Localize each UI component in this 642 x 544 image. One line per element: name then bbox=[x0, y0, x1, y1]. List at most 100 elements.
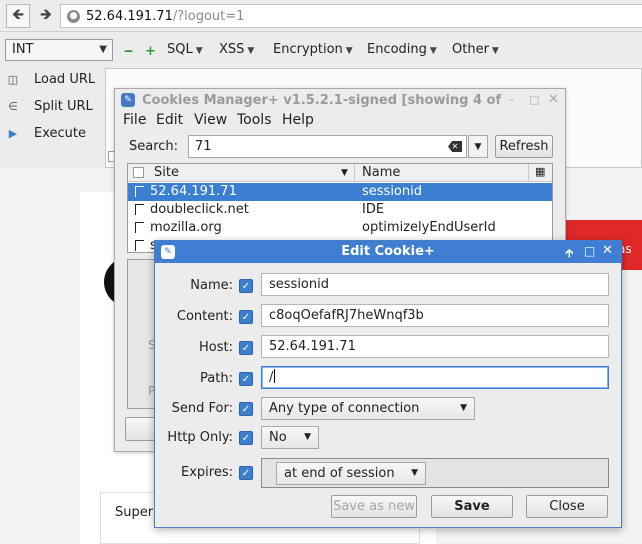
caret-down-icon: ▼ bbox=[195, 46, 203, 56]
menu-edit[interactable]: Edit bbox=[156, 112, 183, 128]
row-name: sessionid bbox=[362, 184, 422, 199]
caret-down-icon: ▼ bbox=[429, 46, 437, 56]
minimize-icon[interactable]: – bbox=[509, 93, 515, 106]
cookies-manager-title: Cookies Manager+ v1.5.2.1-signed [showin… bbox=[142, 92, 502, 108]
search-input[interactable]: 71 ✕ bbox=[188, 135, 467, 158]
split-url-icon: ∈ bbox=[8, 99, 18, 113]
http-only-label: Http Only: bbox=[167, 430, 233, 445]
row-site: mozilla.org bbox=[150, 220, 222, 235]
close-button[interactable]: Close bbox=[526, 495, 608, 518]
url-bar[interactable]: ● 52.64.191.71/?logout=1 bbox=[60, 4, 642, 28]
forward-arrow-icon: 🡺 bbox=[39, 4, 53, 23]
save-button[interactable]: Save bbox=[431, 495, 513, 518]
menu-tools[interactable]: Tools bbox=[237, 112, 272, 128]
maximize-icon[interactable]: □ bbox=[584, 244, 595, 258]
back-button[interactable]: 🡸 bbox=[6, 4, 30, 28]
forward-button[interactable]: 🡺 bbox=[34, 4, 58, 28]
sort-icon[interactable]: ▼ bbox=[341, 168, 348, 178]
chevron-down-icon: ▼ bbox=[99, 44, 107, 55]
refresh-button[interactable]: Refresh bbox=[495, 135, 553, 158]
table-row[interactable]: 52.64.191.71 sessionid bbox=[128, 183, 552, 201]
search-label: Search: bbox=[129, 139, 179, 154]
path-label: Path: bbox=[200, 371, 233, 386]
back-arrow-icon: 🡸 bbox=[11, 4, 25, 23]
close-icon[interactable]: ✕ bbox=[602, 243, 613, 258]
row-checkbox[interactable] bbox=[135, 186, 144, 197]
plus-icon[interactable]: + bbox=[145, 44, 156, 59]
row-site: doubleclick.net bbox=[150, 202, 249, 217]
menu-file[interactable]: File bbox=[123, 112, 146, 128]
menu-sql[interactable]: SQL ▼ bbox=[167, 42, 203, 57]
check-icon: ✓ bbox=[241, 467, 251, 479]
expires-checkbox[interactable]: ✓ bbox=[239, 466, 253, 480]
expires-select[interactable]: at end of session ▼ bbox=[276, 462, 426, 485]
column-divider bbox=[528, 164, 529, 182]
http-only-checkbox[interactable]: ✓ bbox=[239, 431, 253, 445]
edit-cookie-titlebar: ✎ Edit Cookie+ 🡱 □ ✕ bbox=[155, 241, 621, 263]
maximize-icon[interactable]: □ bbox=[529, 93, 539, 106]
send-for-select[interactable]: Any type of connection ▼ bbox=[261, 397, 475, 420]
row-checkbox[interactable] bbox=[135, 222, 144, 233]
host-field[interactable]: 52.64.191.71 bbox=[261, 335, 609, 358]
name-label: Name: bbox=[190, 278, 233, 293]
table-row[interactable]: doubleclick.net IDE bbox=[128, 201, 552, 219]
execute-label: Execute bbox=[34, 125, 86, 141]
check-icon: ✓ bbox=[241, 311, 251, 323]
close-icon[interactable]: ✕ bbox=[548, 92, 559, 107]
menu-encoding[interactable]: Encoding ▼ bbox=[367, 42, 437, 57]
content-checkbox[interactable]: ✓ bbox=[239, 310, 253, 324]
http-only-value: No bbox=[269, 430, 287, 445]
clear-search-icon[interactable]: ✕ bbox=[448, 141, 462, 152]
column-site[interactable]: Site bbox=[154, 165, 179, 180]
menu-help[interactable]: Help bbox=[282, 112, 314, 128]
http-only-select[interactable]: No ▼ bbox=[261, 426, 319, 449]
path-value: / bbox=[269, 370, 274, 385]
split-url-label: Split URL bbox=[34, 98, 93, 114]
menu-xss[interactable]: XSS ▼ bbox=[219, 42, 254, 57]
content-field[interactable]: c8oqOefafRJ7heWnqf3b bbox=[261, 304, 609, 327]
menu-encoding-label: Encoding bbox=[367, 42, 427, 57]
execute-icon: ▶ bbox=[8, 126, 18, 140]
chevron-down-icon: ▼ bbox=[474, 141, 482, 152]
menu-sql-label: SQL bbox=[167, 42, 193, 57]
name-field[interactable]: sessionid bbox=[261, 273, 609, 296]
caret-down-icon: ▼ bbox=[345, 46, 353, 56]
select-all-checkbox[interactable] bbox=[133, 167, 144, 178]
column-name[interactable]: Name bbox=[362, 165, 400, 180]
int-select[interactable]: INT ▼ bbox=[5, 39, 113, 61]
menu-encryption[interactable]: Encryption ▼ bbox=[273, 42, 353, 57]
cookie-app-icon: ✎ bbox=[121, 93, 135, 107]
path-field[interactable]: / bbox=[261, 366, 609, 389]
save-as-new-button[interactable]: Save as new bbox=[331, 495, 417, 518]
host-checkbox[interactable]: ✓ bbox=[239, 341, 253, 355]
table-row[interactable]: mozilla.org optimizelyEndUserId bbox=[128, 219, 552, 237]
super-label: Super bbox=[115, 505, 154, 520]
expires-value: at end of session bbox=[284, 466, 395, 481]
content-label: Content: bbox=[176, 309, 233, 324]
check-icon: ✓ bbox=[241, 342, 251, 354]
menu-other[interactable]: Other ▼ bbox=[452, 42, 499, 57]
minus-icon[interactable]: ‒ bbox=[124, 44, 133, 59]
send-for-checkbox[interactable]: ✓ bbox=[239, 402, 253, 416]
row-site: 52.64.191.71 bbox=[150, 184, 237, 199]
column-picker-icon[interactable]: ▦ bbox=[535, 165, 545, 178]
split-url-button[interactable]: ∈ Split URL bbox=[6, 96, 93, 116]
cookie-table-header: Site ▼ Name ▦ bbox=[128, 164, 552, 182]
chevron-down-icon: ▼ bbox=[304, 432, 311, 442]
name-checkbox[interactable]: ✓ bbox=[239, 279, 253, 293]
execute-button[interactable]: ▶ Execute bbox=[6, 123, 86, 143]
int-select-value: INT bbox=[12, 42, 34, 57]
caret-down-icon: ▼ bbox=[491, 46, 499, 56]
search-dropdown-button[interactable]: ▼ bbox=[468, 135, 488, 158]
menu-view[interactable]: View bbox=[194, 112, 227, 128]
row-checkbox[interactable] bbox=[135, 240, 144, 251]
cookies-manager-titlebar: ✎ Cookies Manager+ v1.5.2.1-signed [show… bbox=[115, 89, 565, 111]
load-url-button[interactable]: ◫ Load URL bbox=[6, 69, 95, 89]
column-divider bbox=[354, 164, 355, 182]
chevron-down-icon: ▼ bbox=[411, 468, 418, 478]
load-url-label: Load URL bbox=[34, 71, 96, 87]
row-checkbox[interactable] bbox=[135, 204, 144, 215]
send-for-label: Send For: bbox=[171, 401, 233, 416]
path-checkbox[interactable]: ✓ bbox=[239, 372, 253, 386]
restore-up-icon[interactable]: 🡱 bbox=[565, 244, 574, 265]
